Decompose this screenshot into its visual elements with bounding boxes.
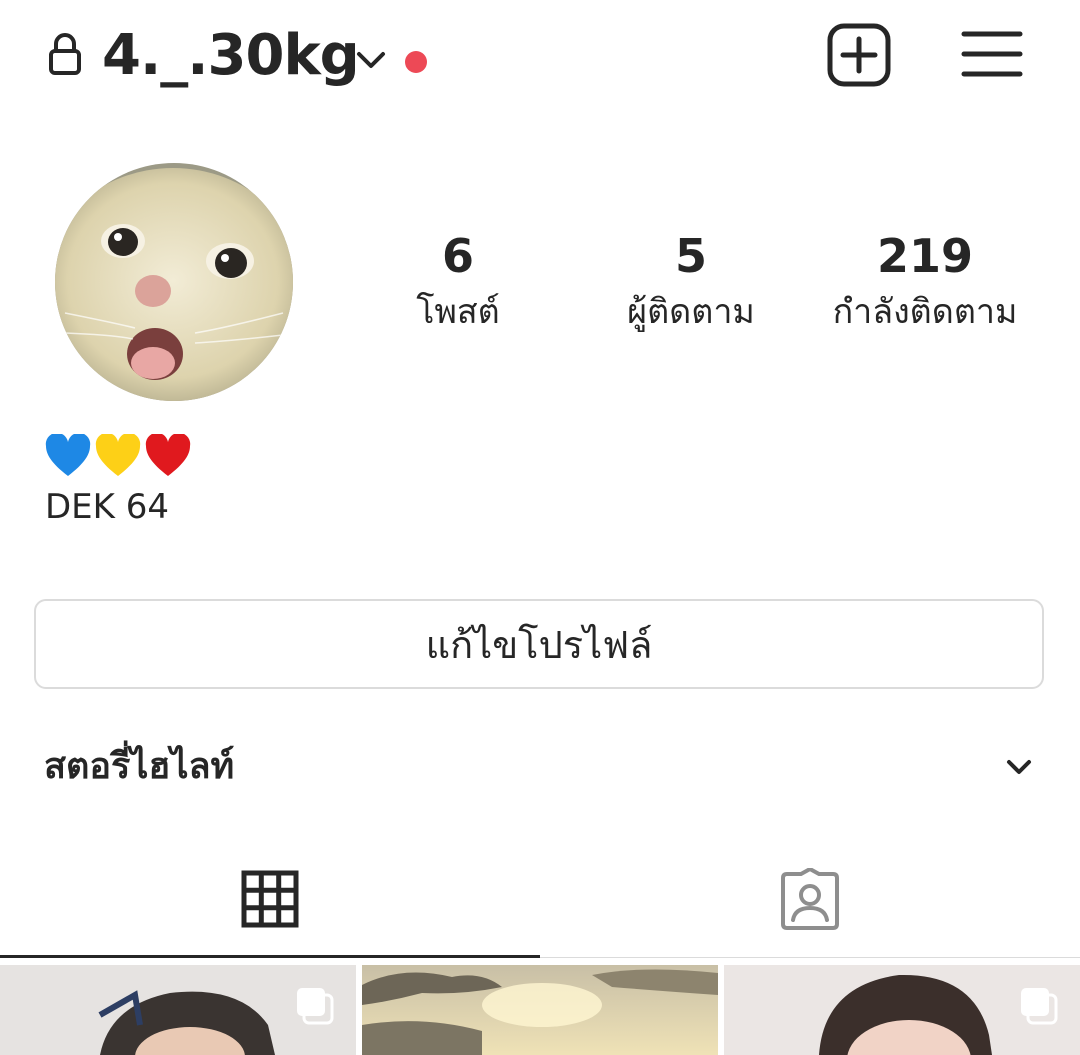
- post-thumbnail[interactable]: [724, 965, 1080, 1055]
- edit-profile-button[interactable]: แก้ไขโปรไฟล์: [34, 599, 1044, 689]
- stat-following[interactable]: 219 กำลังติดตาม: [815, 224, 1035, 336]
- stat-followers-count: 5: [674, 229, 707, 283]
- yellow-heart-icon: [95, 434, 141, 476]
- post-thumbnail[interactable]: [0, 965, 356, 1055]
- blue-heart-icon: [45, 434, 91, 476]
- bio-emoji: [45, 434, 191, 480]
- grid-icon: [241, 870, 299, 928]
- post-photo: [362, 965, 718, 1055]
- multiple-posts-icon: [1021, 988, 1058, 1025]
- stat-posts-label: โพสต์: [416, 292, 500, 332]
- multiple-posts-icon: [297, 988, 334, 1025]
- red-heart-icon: [145, 434, 191, 476]
- tab-grid[interactable]: [0, 840, 540, 958]
- lock-icon: [49, 33, 81, 75]
- stat-following-label: กำลังติดตาม: [832, 292, 1018, 332]
- chevron-down-icon[interactable]: [354, 46, 388, 74]
- stat-followers[interactable]: 5 ผู้ติดตาม: [581, 224, 801, 336]
- tab-tagged[interactable]: [540, 840, 1080, 958]
- plus-square-icon[interactable]: [826, 22, 894, 88]
- tagged-person-icon: [781, 868, 839, 930]
- username[interactable]: 4._.30kg: [102, 22, 360, 90]
- stat-followers-label: ผู้ติดตาม: [627, 292, 755, 332]
- chevron-down-icon[interactable]: [1003, 752, 1035, 782]
- active-tab-indicator: [0, 955, 540, 958]
- hamburger-menu-icon[interactable]: [960, 28, 1024, 80]
- avatar[interactable]: [55, 163, 293, 401]
- stat-posts[interactable]: 6 โพสต์: [348, 224, 568, 336]
- tab-divider: [540, 957, 1080, 958]
- highlights-title[interactable]: สตอรี่ไฮไลท์: [44, 740, 234, 794]
- stat-following-count: 219: [876, 229, 974, 283]
- notification-dot: [405, 51, 427, 73]
- stat-posts-count: 6: [441, 229, 474, 283]
- bio-text: DEK 64: [45, 487, 170, 527]
- post-thumbnail[interactable]: [362, 965, 718, 1055]
